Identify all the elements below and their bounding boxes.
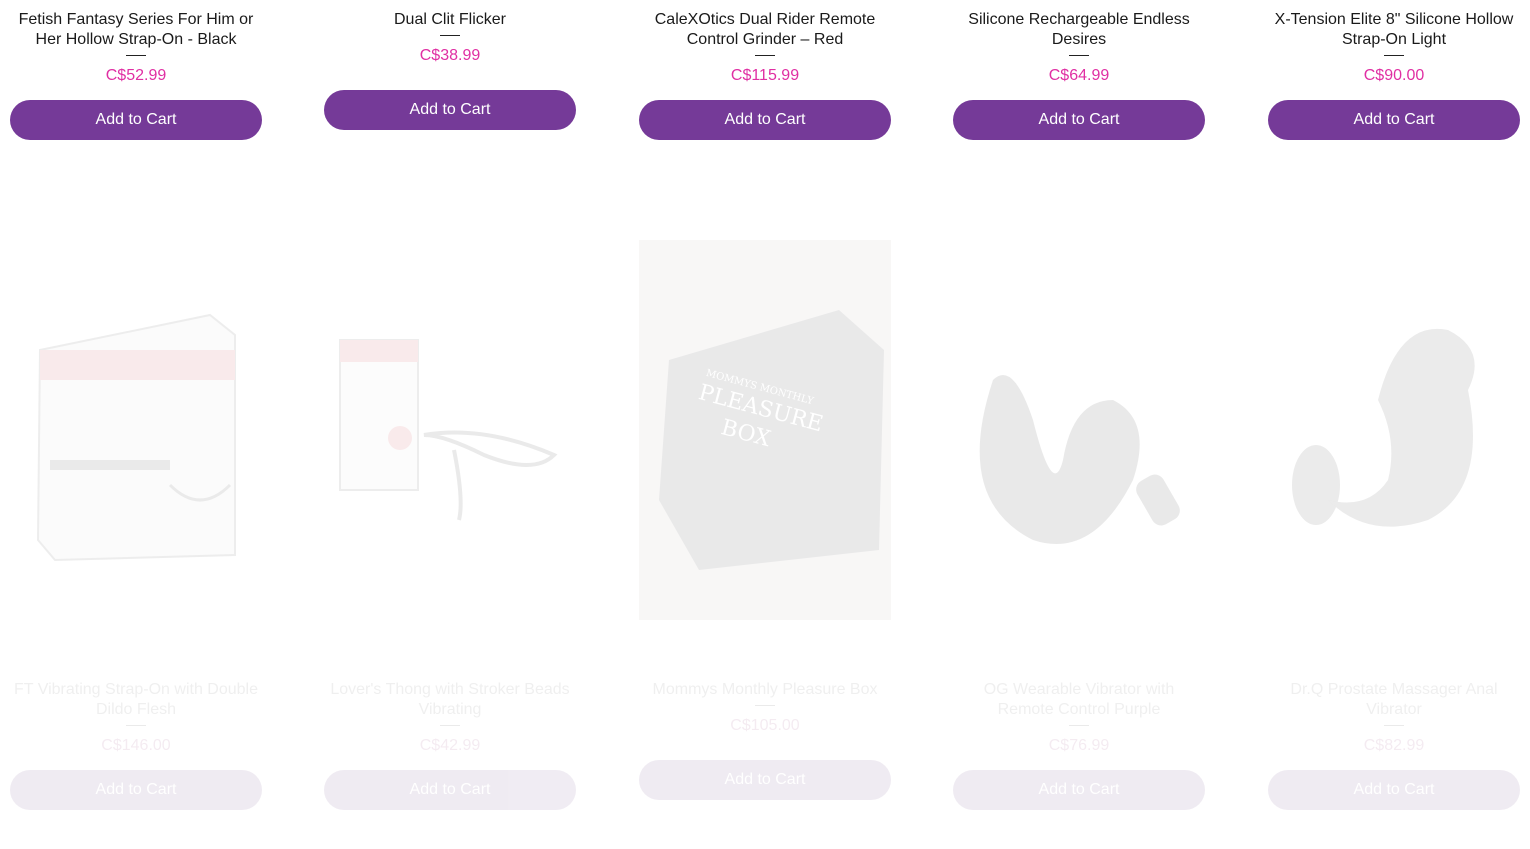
product-price: C$90.00 [1363, 67, 1425, 84]
title-divider [440, 35, 460, 36]
product-price: C$115.99 [730, 67, 800, 84]
product-card: Silicone Rechargeable Endless Desires C$… [953, 0, 1205, 140]
product-price: C$38.99 [419, 47, 481, 64]
product-price: C$76.99 [1048, 737, 1110, 754]
title-divider [126, 725, 146, 726]
product-title[interactable]: Fetish Fantasy Series For Him or Her Hol… [10, 10, 262, 50]
add-to-cart-button[interactable]: Add to Cart [324, 770, 576, 810]
product-title[interactable]: Lover's Thong with Stroker Beads Vibrati… [324, 680, 576, 720]
product-title[interactable]: FT Vibrating Strap-On with Double Dildo … [10, 680, 262, 720]
product-price: C$52.99 [105, 67, 167, 84]
product-info: Mommys Monthly Pleasure Box C$105.00 Add… [639, 670, 891, 800]
strap-on-box-image[interactable] [10, 240, 262, 620]
title-divider [126, 55, 146, 56]
product-title[interactable]: OG Wearable Vibrator with Remote Control… [953, 680, 1205, 720]
title-divider [755, 55, 775, 56]
product-card: Dual Clit Flicker C$38.99 Add to Cart [324, 0, 576, 130]
wearable-vibrator-image[interactable] [953, 240, 1205, 620]
product-info: OG Wearable Vibrator with Remote Control… [953, 670, 1205, 810]
add-to-cart-button[interactable]: Add to Cart [953, 770, 1205, 810]
add-to-cart-button[interactable]: Add to Cart [953, 100, 1205, 140]
product-card: CaleXOtics Dual Rider Remote Control Gri… [639, 0, 891, 140]
product-title[interactable]: CaleXOtics Dual Rider Remote Control Gri… [639, 10, 891, 50]
add-to-cart-button[interactable]: Add to Cart [639, 760, 891, 800]
product-price: C$146.00 [101, 737, 171, 754]
product-title[interactable]: Silicone Rechargeable Endless Desires [953, 10, 1205, 50]
add-to-cart-button[interactable]: Add to Cart [10, 770, 262, 810]
add-to-cart-button[interactable]: Add to Cart [324, 90, 576, 130]
product-info: Lover's Thong with Stroker Beads Vibrati… [324, 670, 576, 810]
product-row-1: Fetish Fantasy Series For Him or Her Hol… [0, 0, 1530, 180]
product-price: C$64.99 [1048, 67, 1110, 84]
title-divider [1069, 55, 1089, 56]
product-title[interactable]: Dual Clit Flicker [324, 10, 576, 30]
product-title[interactable]: Mommys Monthly Pleasure Box [639, 680, 891, 700]
add-to-cart-button[interactable]: Add to Cart [639, 100, 891, 140]
pleasure-box-image[interactable]: MOMMYS MONTHLY PLEASURE BOX [639, 240, 891, 620]
product-price: C$105.00 [730, 717, 800, 734]
product-card: Fetish Fantasy Series For Him or Her Hol… [10, 0, 262, 140]
product-title[interactable]: Dr.Q Prostate Massager Anal Vibrator [1268, 680, 1520, 720]
add-to-cart-button[interactable]: Add to Cart [1268, 770, 1520, 810]
product-row-2: FT Vibrating Strap-On with Double Dildo … [0, 200, 1530, 849]
add-to-cart-button[interactable]: Add to Cart [10, 100, 262, 140]
title-divider [1384, 55, 1404, 56]
title-divider [440, 725, 460, 726]
product-card: X-Tension Elite 8" Silicone Hollow Strap… [1268, 0, 1520, 140]
add-to-cart-button[interactable]: Add to Cart [1268, 100, 1520, 140]
product-info: FT Vibrating Strap-On with Double Dildo … [10, 670, 262, 810]
title-divider [1069, 725, 1089, 726]
thong-package-image[interactable] [324, 240, 576, 620]
prostate-massager-image[interactable] [1268, 240, 1520, 620]
title-divider [755, 705, 775, 706]
product-price: C$42.99 [419, 737, 481, 754]
product-info: Dr.Q Prostate Massager Anal Vibrator C$8… [1268, 670, 1520, 810]
product-title[interactable]: X-Tension Elite 8" Silicone Hollow Strap… [1268, 10, 1520, 50]
title-divider [1384, 725, 1404, 726]
product-price: C$82.99 [1363, 737, 1425, 754]
